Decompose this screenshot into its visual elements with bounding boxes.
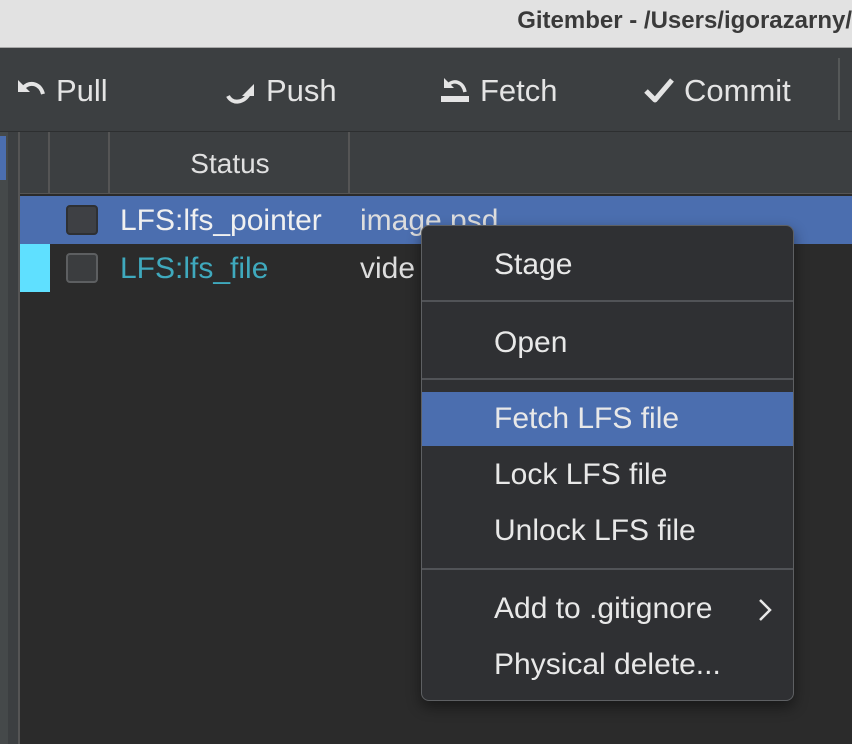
- menu-item-label: Lock LFS file: [494, 458, 668, 491]
- window-title: Gitember - /Users/igorazarny/: [517, 7, 852, 34]
- pull-label: Pull: [56, 73, 108, 108]
- menu-separator: [422, 378, 793, 380]
- menu-item-label: Fetch LFS file: [494, 402, 680, 435]
- column-divider[interactable]: [48, 132, 50, 194]
- fetch-label: Fetch: [480, 73, 558, 108]
- row-status: LFS:lfs_file: [120, 252, 269, 285]
- push-icon: [226, 84, 254, 104]
- menu-separator: [422, 300, 793, 302]
- menu-item-open[interactable]: Open: [422, 316, 793, 370]
- row-marker: [20, 196, 50, 244]
- row-status: LFS:lfs_pointer: [120, 204, 322, 237]
- left-panel-selection-mark: [0, 136, 6, 180]
- fetch-icon: [441, 78, 469, 102]
- menu-item-label: Add to .gitignore: [494, 592, 713, 625]
- stage-checkbox[interactable]: [66, 253, 98, 283]
- chevron-right-icon: [759, 599, 772, 621]
- status-column-header[interactable]: Status: [110, 148, 350, 180]
- menu-item-stage[interactable]: Stage: [422, 238, 793, 292]
- fetch-button[interactable]: Fetch: [438, 70, 558, 112]
- context-menu: Stage Open Fetch LFS file Lock LFS file …: [421, 225, 794, 701]
- table-header: Status: [20, 132, 852, 194]
- menu-item-physical-delete[interactable]: Physical delete...: [422, 638, 793, 692]
- push-label: Push: [266, 73, 337, 108]
- menu-item-add-to-gitignore[interactable]: Add to .gitignore: [422, 582, 793, 636]
- menu-item-unlock-lfs-file[interactable]: Unlock LFS file: [422, 504, 793, 558]
- stage-checkbox[interactable]: [66, 205, 98, 235]
- left-panel-edge[interactable]: [0, 132, 8, 744]
- pull-icon: [18, 80, 45, 95]
- column-divider[interactable]: [348, 132, 350, 194]
- commit-button[interactable]: Commit: [642, 70, 791, 112]
- toolbar: Pull Push Fetch Commit: [0, 48, 852, 132]
- pull-button[interactable]: Pull: [14, 70, 108, 112]
- commit-label: Commit: [684, 73, 791, 108]
- menu-item-label: Stage: [494, 248, 573, 281]
- check-icon: [644, 78, 674, 103]
- menu-separator: [422, 568, 793, 570]
- title-bar: Gitember - /Users/igorazarny/: [0, 0, 852, 48]
- menu-item-lock-lfs-file[interactable]: Lock LFS file: [422, 448, 793, 502]
- menu-item-label: Physical delete...: [494, 648, 721, 681]
- row-marker: [20, 244, 50, 292]
- menu-item-label: Open: [494, 326, 568, 359]
- menu-item-fetch-lfs-file[interactable]: Fetch LFS file: [422, 392, 793, 446]
- menu-item-label: Unlock LFS file: [494, 514, 696, 547]
- push-button[interactable]: Push: [224, 70, 337, 112]
- row-filename: vide: [360, 252, 416, 285]
- toolbar-separator: [838, 58, 840, 120]
